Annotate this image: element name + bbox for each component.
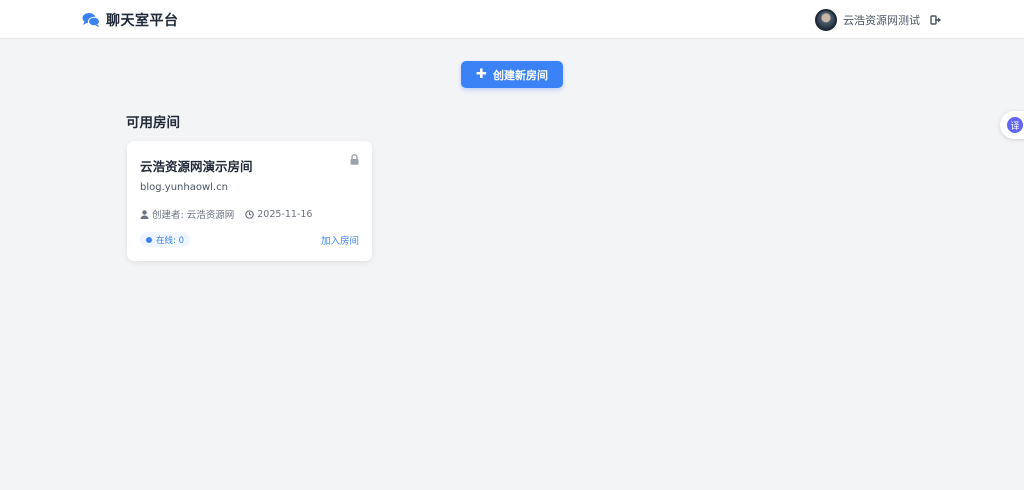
translate-widget[interactable]: 译 [1000,111,1024,139]
created-date-info: 2025-11-16 [245,209,312,220]
brand-title: 聊天室平台 [106,13,179,29]
comments-icon [82,13,100,28]
clock-icon [245,209,255,219]
create-room-label: 创建新房间 [492,68,548,82]
user-area: 云浩资源网测试 [815,8,942,31]
room-name: 云浩资源网演示房间 [140,159,253,174]
online-count: 在线: 0 [156,235,184,246]
room-description: blog.yunhaowl.cn [140,182,228,193]
online-badge: 在线: 0 [140,232,190,247]
user-icon [140,209,149,219]
brand[interactable]: 聊天室平台 [82,9,179,31]
online-dot-icon [146,236,152,243]
room-meta: 创建者: 云浩资源网 2025-11-16 [140,207,323,221]
join-room-link[interactable]: 加入房间 [321,233,359,247]
section-title: 可用房间 [126,115,180,131]
sign-out-icon[interactable] [930,14,942,26]
room-card: 云浩资源网演示房间 blog.yunhaowl.cn 创建者: 云浩资源网 20… [127,141,372,261]
plus-icon: ✚ [476,67,487,82]
username: 云浩资源网测试 [843,13,920,27]
creator-label: 创建者: 云浩资源网 [152,210,235,221]
lock-icon [350,154,359,165]
top-navbar: 聊天室平台 云浩资源网测试 [0,0,1024,39]
creator-info: 创建者: 云浩资源网 [140,207,234,221]
created-date: 2025-11-16 [257,208,313,220]
create-room-button[interactable]: ✚ 创建新房间 [461,61,563,88]
avatar[interactable] [815,8,837,31]
translate-icon: 译 [1007,117,1023,133]
